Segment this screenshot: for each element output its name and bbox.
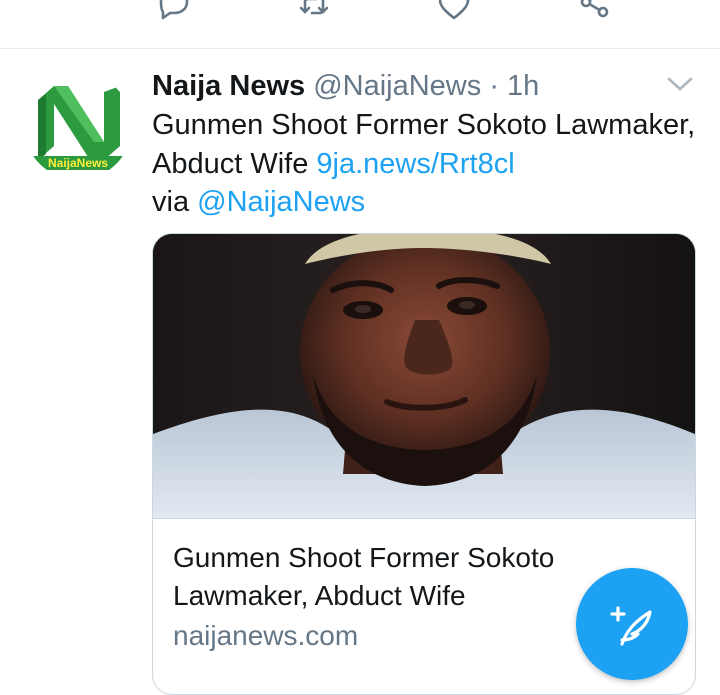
retweet-icon[interactable] [297, 0, 331, 22]
card-body: Gunmen Shoot Former Sokoto Lawmaker, Abd… [153, 518, 695, 651]
display-name[interactable]: Naija News [152, 70, 305, 102]
share-icon[interactable] [578, 0, 612, 22]
tweet-header: Naija News @NaijaNews · 1h [152, 66, 539, 106]
avatar[interactable]: NaijaNews [24, 72, 132, 180]
compose-feather-icon [610, 606, 652, 646]
separator-dot: · [489, 70, 499, 102]
like-icon[interactable] [437, 0, 471, 22]
card-domain: naijanews.com [173, 620, 359, 651]
tweet-text: Gunmen Shoot Former Sokoto Lawmaker, Abd… [152, 106, 700, 222]
timestamp[interactable]: 1h [507, 70, 539, 102]
svg-text:NaijaNews: NaijaNews [48, 156, 108, 170]
mention-link[interactable]: @NaijaNews [197, 186, 365, 218]
short-link[interactable]: 9ja.news/Rrt8cl [316, 148, 514, 180]
user-handle[interactable]: @NaijaNews [313, 70, 481, 102]
compose-tweet-button[interactable] [576, 568, 688, 680]
card-image [153, 234, 695, 518]
reply-icon[interactable] [157, 0, 191, 22]
via-text: via [152, 186, 198, 218]
chevron-down-icon[interactable] [664, 70, 696, 98]
naijanews-logo: NaijaNews [24, 72, 132, 180]
tweet-action-bar [0, 0, 720, 49]
